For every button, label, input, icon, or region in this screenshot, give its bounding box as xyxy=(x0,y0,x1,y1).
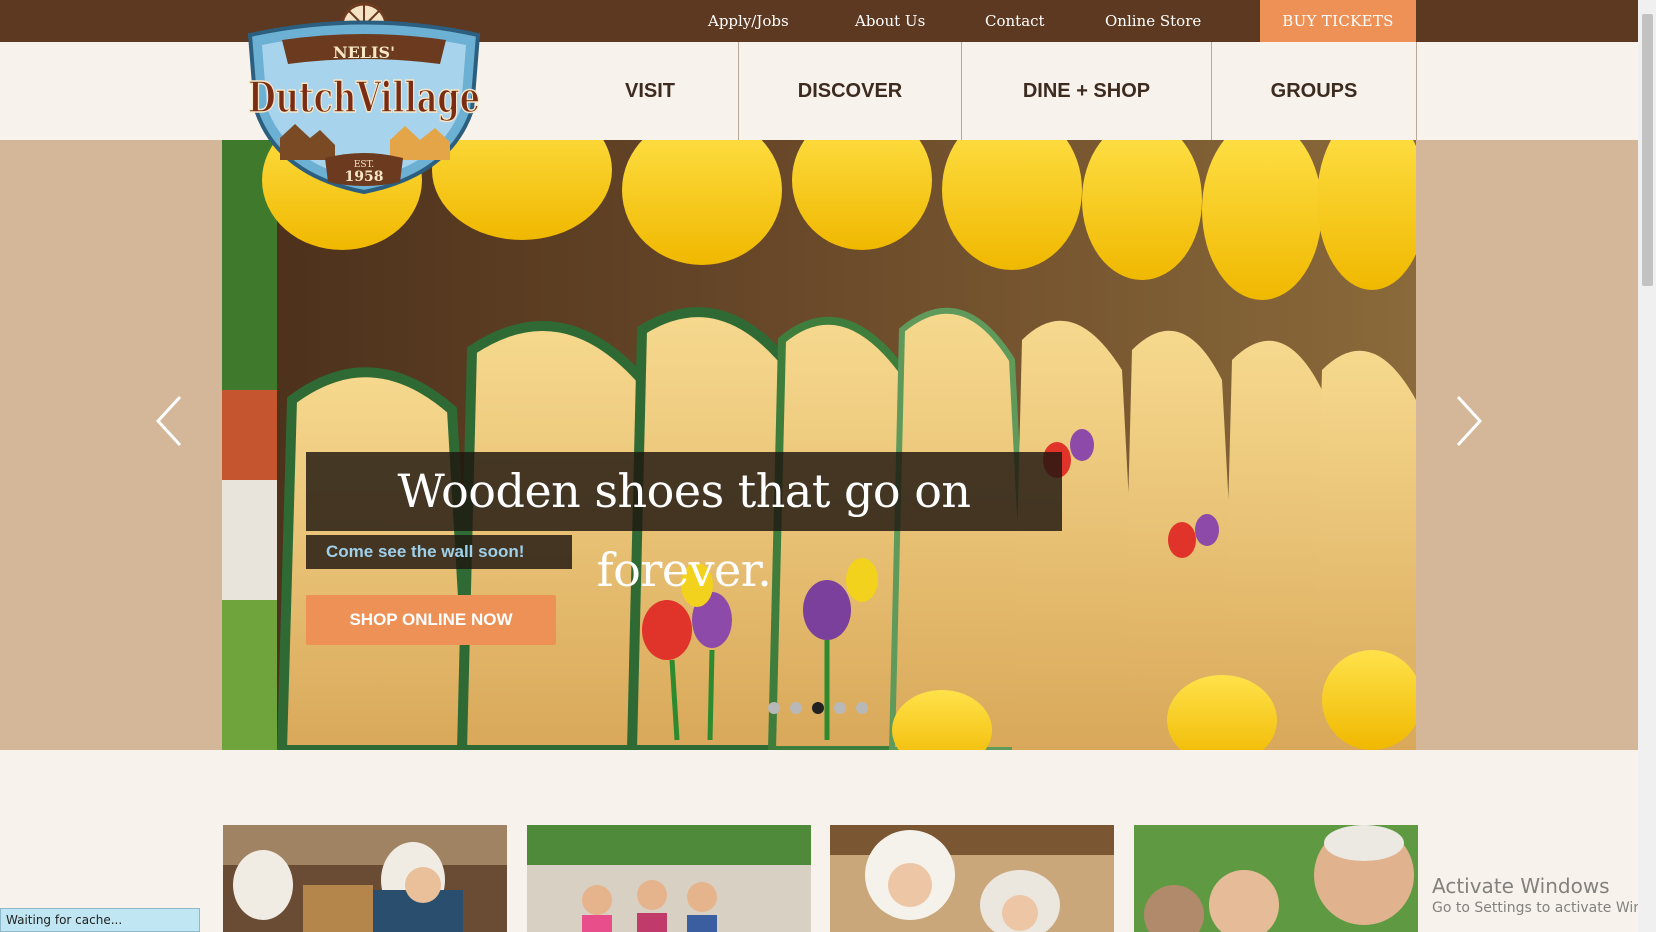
feature-card[interactable] xyxy=(830,825,1114,932)
scrollbar-thumb[interactable] xyxy=(1642,14,1653,286)
top-link-online-store[interactable]: Online Store xyxy=(1105,0,1201,42)
svg-text:NELIS': NELIS' xyxy=(333,43,395,62)
hero-title: Wooden shoes that go on forever. xyxy=(306,452,1062,597)
activate-windows-watermark: Activate Windows Go to Settings to activ… xyxy=(1432,874,1656,916)
top-link-apply-jobs[interactable]: Apply/Jobs xyxy=(708,0,789,42)
nav-discover[interactable]: DISCOVER xyxy=(739,42,961,140)
feature-card[interactable] xyxy=(223,825,507,932)
nav-divider xyxy=(1416,42,1417,140)
top-link-about-us[interactable]: About Us xyxy=(855,0,925,42)
nav-groups[interactable]: GROUPS xyxy=(1212,42,1416,140)
browser-status-bar: Waiting for cache... xyxy=(0,908,200,932)
watermark-subtitle: Go to Settings to activate Windows. xyxy=(1432,900,1656,916)
watermark-title: Activate Windows xyxy=(1432,874,1610,898)
carousel-dots xyxy=(768,702,868,714)
carousel-dot[interactable] xyxy=(856,702,868,714)
chevron-left-icon xyxy=(155,395,182,447)
shop-online-button[interactable]: SHOP ONLINE NOW xyxy=(306,595,556,645)
buy-tickets-button[interactable]: BUY TICKETS xyxy=(1260,0,1416,42)
carousel-dot[interactable] xyxy=(834,702,846,714)
hero-slide-image xyxy=(222,140,1416,750)
carousel-dot-active[interactable] xyxy=(812,702,824,714)
carousel-dot[interactable] xyxy=(790,702,802,714)
carousel-dot[interactable] xyxy=(768,702,780,714)
hero-subtitle: Come see the wall soon! xyxy=(306,535,572,569)
svg-text:DutchVillage: DutchVillage xyxy=(248,73,480,122)
site-logo[interactable]: NELIS' DutchVillage EST. 1958 xyxy=(240,0,488,195)
top-link-contact[interactable]: Contact xyxy=(985,0,1045,42)
feature-card[interactable] xyxy=(527,825,811,932)
feature-card[interactable] xyxy=(1134,825,1418,932)
carousel-next-button[interactable] xyxy=(1448,395,1488,447)
svg-text:1958: 1958 xyxy=(345,169,384,185)
chevron-right-icon xyxy=(1456,395,1483,447)
carousel-prev-button[interactable] xyxy=(150,395,190,447)
nav-visit[interactable]: VISIT xyxy=(560,42,740,140)
nav-dine-shop[interactable]: DINE + SHOP xyxy=(962,42,1211,140)
